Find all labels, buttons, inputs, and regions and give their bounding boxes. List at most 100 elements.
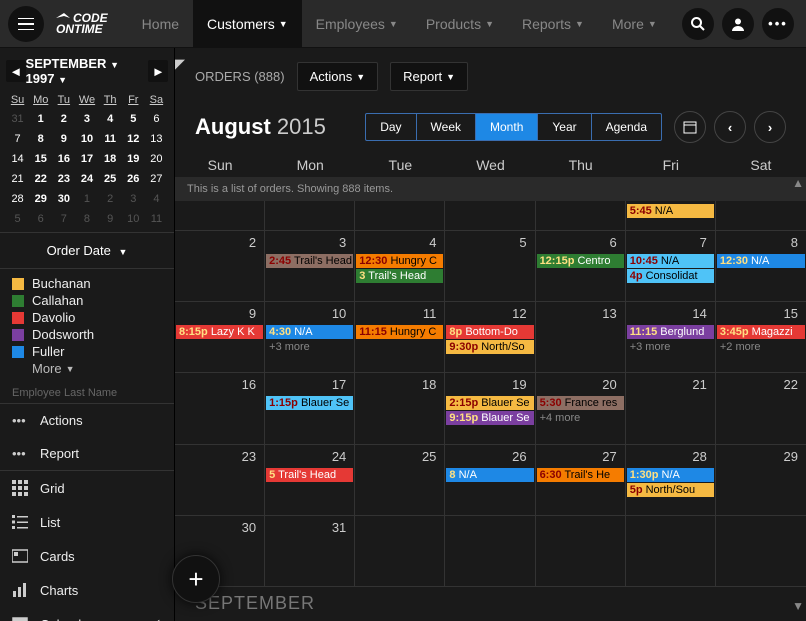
calendar-event[interactable]: 6:30 Trail's He [537,468,624,482]
mini-day[interactable]: 29 [29,190,52,208]
calendar-event[interactable]: 9:30p North/So [446,340,533,354]
calendar-cell[interactable]: 205:30 France res+4 more [536,373,626,443]
mini-day[interactable]: 1 [29,110,52,128]
calendar-cell[interactable]: 153:45p Magazzi+2 more [716,302,806,372]
side-report-item[interactable]: •••Report [0,437,174,470]
calendar-cell[interactable]: 21 [626,373,716,443]
nav-home[interactable]: Home [128,0,193,47]
mini-day[interactable]: 8 [29,130,52,148]
mini-day[interactable]: 11 [99,130,122,148]
calendar-cell[interactable]: 128p Bottom-Do9:30p North/So [445,302,535,372]
calendar-cell[interactable]: 16 [175,373,265,443]
calendar-cell[interactable]: 29 [716,445,806,515]
view-list[interactable]: List [0,505,174,539]
calendar-event[interactable]: 5:30 France res [537,396,624,410]
brand-logo[interactable]: CODE ONTIME [52,13,108,35]
mini-day[interactable]: 8 [75,210,98,228]
legend-item[interactable]: Callahan [12,292,162,309]
mini-day[interactable]: 3 [122,190,145,208]
nav-employees[interactable]: Employees▼ [302,0,412,47]
calendar-cell[interactable]: 281:30p N/A5p North/Sou [626,445,716,515]
mini-cal-title[interactable]: SEPTEMBER ▼ 1997 ▼ [26,56,149,86]
view-month[interactable]: Month [476,114,538,140]
mini-day[interactable]: 27 [145,170,168,188]
mini-day[interactable]: 15 [29,150,52,168]
more-events[interactable]: +2 more [716,340,806,354]
mini-cal-prev[interactable]: ◄ [6,60,26,82]
calendar-cell[interactable]: 22 [716,373,806,443]
mini-day[interactable]: 7 [6,130,29,148]
nav-customers[interactable]: Customers▼ [193,0,302,47]
mini-day[interactable]: 1 [75,190,98,208]
calendar-event[interactable]: 5 Trail's Head [266,468,353,482]
calendar-cell[interactable]: 104:30 N/A+3 more [265,302,355,372]
mini-day[interactable]: 3 [75,110,98,128]
calendar-cell[interactable]: 710:45 N/A4p Consolidat [626,231,716,301]
calendar-event[interactable]: 1:15p Blauer Se [266,396,353,410]
collapse-sidebar-handle[interactable]: ◤ [175,56,189,70]
scroll-up-indicator[interactable]: ▲ [792,176,804,190]
add-button[interactable]: + [172,555,220,603]
report-dropdown[interactable]: Report▼ [390,62,468,91]
calendar-cell[interactable]: 192:15p Blauer Se9:15p Blauer Se [445,373,535,443]
calendar-cell[interactable] [716,201,806,230]
hamburger-button[interactable] [8,6,44,42]
calendar-cell[interactable]: 268 N/A [445,445,535,515]
view-year[interactable]: Year [538,114,591,140]
calendar-event[interactable]: 2:15p Blauer Se [446,396,533,410]
mini-day[interactable]: 14 [6,150,29,168]
calendar-event[interactable]: 8p Bottom-Do [446,325,533,339]
calendar-event[interactable]: 11:15 Berglund [627,325,714,339]
calendar-event[interactable]: 10:45 N/A [627,254,714,268]
calendar-cell[interactable] [536,201,626,230]
next-month-button[interactable]: › [754,111,786,143]
calendar-cell[interactable] [445,516,535,586]
calendar-cell[interactable] [716,516,806,586]
calendar-cell[interactable]: 245 Trail's Head [265,445,355,515]
legend-item[interactable]: Buchanan [12,275,162,292]
nav-products[interactable]: Products▼ [412,0,508,47]
view-agenda[interactable]: Agenda [592,114,661,140]
mini-day[interactable]: 6 [145,110,168,128]
mini-day[interactable]: 28 [6,190,29,208]
mini-day[interactable]: 16 [52,150,75,168]
side-actions-item[interactable]: •••Actions [0,404,174,437]
calendar-cell[interactable]: 32:45 Trail's Head [265,231,355,301]
mini-day[interactable]: 9 [52,130,75,148]
calendar-cell[interactable]: 812:30 N/A [716,231,806,301]
mini-day[interactable]: 21 [6,170,29,188]
scroll-down-indicator[interactable]: ▼ [792,599,804,613]
calendar-event[interactable]: 2:45 Trail's Head [266,254,353,268]
legend-item[interactable]: Dodsworth [12,326,162,343]
calendar-cell[interactable]: 18 [355,373,445,443]
calendar-cell[interactable]: 1111:15 Hungry C [355,302,445,372]
calendar-cell[interactable]: 98:15p Lazy K K [175,302,265,372]
calendar-cell[interactable] [536,516,626,586]
mini-day[interactable]: 23 [52,170,75,188]
mini-day[interactable]: 11 [145,210,168,228]
calendar-event[interactable]: 4:30 N/A [266,325,353,339]
calendar-cell[interactable]: 2 [175,231,265,301]
mini-day[interactable]: 5 [6,210,29,228]
calendar-cell[interactable] [626,516,716,586]
search-button[interactable] [682,8,714,40]
calendar-cell[interactable]: 5 [445,231,535,301]
calendar-event[interactable]: 3:45p Magazzi [717,325,805,339]
calendar-cell[interactable] [265,201,355,230]
calendar-event[interactable]: 11:15 Hungry C [356,325,443,339]
actions-dropdown[interactable]: Actions▼ [297,62,379,91]
mini-day[interactable]: 25 [99,170,122,188]
calendar-event[interactable]: 12:30 N/A [717,254,805,268]
legend-item[interactable]: Davolio [12,309,162,326]
calendar-cell[interactable]: 412:30 Hungry C3 Trail's Head [355,231,445,301]
mini-day[interactable]: 12 [122,130,145,148]
calendar-cell[interactable]: 25 [355,445,445,515]
calendar-cell[interactable]: 5:45 N/A [626,201,716,230]
calendar-event[interactable]: 8 N/A [446,468,533,482]
calendar-cell[interactable] [355,201,445,230]
mini-day[interactable]: 13 [145,130,168,148]
calendar-event[interactable]: 5p North/Sou [627,483,714,497]
mini-day[interactable]: 10 [122,210,145,228]
calendar-event[interactable]: 5:45 N/A [627,204,714,218]
legend-item[interactable]: Fuller [12,343,162,360]
